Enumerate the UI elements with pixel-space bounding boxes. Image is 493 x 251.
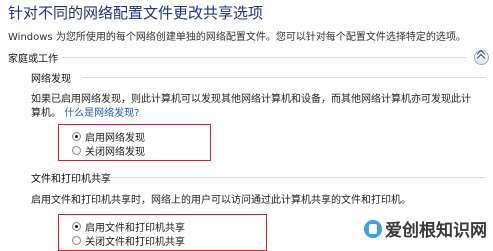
watermark: 爱创根知识网 xyxy=(364,216,487,241)
what-is-network-discovery-link[interactable]: 什么是网络发现? xyxy=(64,108,139,119)
file-printer-sharing-description: 启用文件和打印机共享时，网络上的用户可以访问通过此计算机共享的文件和打印机。 xyxy=(31,195,411,206)
disable-file-printer-sharing-option[interactable]: 关闭文件和打印机共享 xyxy=(72,233,185,248)
network-discovery-heading: 网络发现 xyxy=(31,74,71,85)
watermark-text: 爱创根知识网 xyxy=(385,221,487,241)
enable-file-printer-sharing-radio[interactable] xyxy=(72,222,81,231)
collapse-chevron-icon[interactable] xyxy=(474,50,489,65)
enable-network-discovery-label: 启用网络发现 xyxy=(85,133,145,144)
network-discovery-divider xyxy=(82,77,486,78)
file-printer-sharing-heading: 文件和打印机共享 xyxy=(31,174,111,185)
page-title: 针对不同的网络配置文件更改共享选项 xyxy=(8,4,264,22)
disable-network-discovery-radio[interactable] xyxy=(72,146,81,155)
network-discovery-description: 如果已启用网络发现，则此计算机可以发现其他网络计算机和设备，而其他网络计算机亦可… xyxy=(31,93,476,121)
enable-network-discovery-radio[interactable] xyxy=(72,132,81,141)
page-subtitle: Windows 为您所使用的每个网络创建单独的网络配置文件。您可以针对每个配置文… xyxy=(8,32,466,43)
enable-file-printer-sharing-option[interactable]: 启用文件和打印机共享 xyxy=(72,219,185,234)
enable-network-discovery-option[interactable]: 启用网络发现 xyxy=(72,129,145,144)
disable-file-printer-sharing-label: 关闭文件和打印机共享 xyxy=(85,237,185,248)
disable-network-discovery-option[interactable]: 关闭网络发现 xyxy=(72,143,145,158)
profile-divider xyxy=(62,57,466,58)
file-printer-sharing-divider xyxy=(108,177,486,178)
profile-header-label: 家庭或工作 xyxy=(8,54,58,65)
disable-network-discovery-label: 关闭网络发现 xyxy=(85,147,145,158)
disable-file-printer-sharing-radio[interactable] xyxy=(72,236,81,245)
enable-file-printer-sharing-label: 启用文件和打印机共享 xyxy=(85,223,185,234)
watermark-logo-icon xyxy=(364,219,382,238)
